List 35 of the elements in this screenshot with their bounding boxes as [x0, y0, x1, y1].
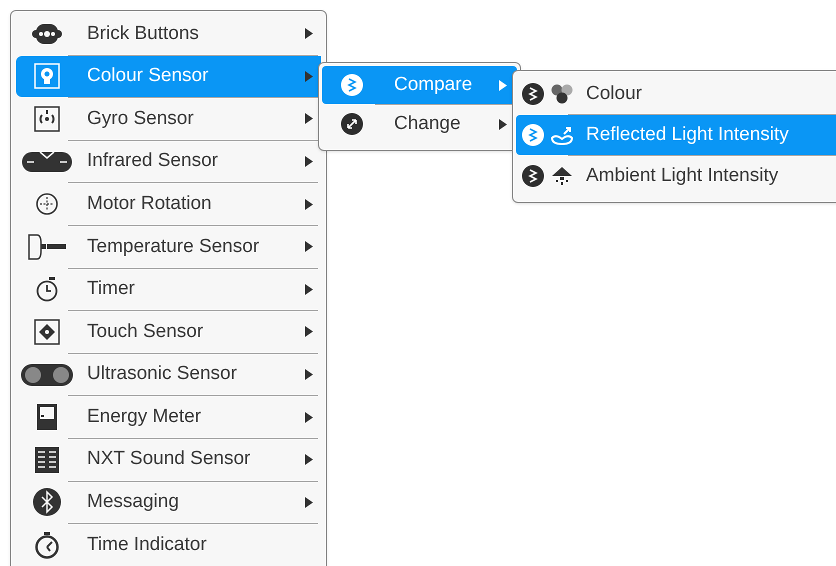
menu-item[interactable]: Messaging [16, 482, 321, 524]
lightbulb-icon [34, 63, 60, 90]
menu-item[interactable]: Colour [516, 74, 836, 114]
menu-item[interactable]: Touch Sensor [16, 311, 321, 353]
crosshair-icon [35, 192, 59, 216]
reflected-light-icon [550, 124, 574, 146]
menu-item[interactable]: Energy Meter [16, 396, 321, 438]
menu-item[interactable]: Timer [16, 268, 321, 310]
menu-item[interactable]: NXT Sound Sensor [16, 438, 321, 481]
brick-icon [32, 22, 62, 45]
menu-item[interactable]: Time Indicator [16, 524, 321, 566]
menu-item[interactable]: Temperature Sensor [16, 226, 321, 268]
menu-item[interactable]: Ultrasonic Sensor [16, 354, 321, 396]
temperature-probe-icon [28, 234, 66, 260]
menu-item[interactable]: Ambient Light Intensity [516, 156, 836, 196]
menu-item[interactable]: Change [322, 105, 517, 143]
colour-dots-icon [550, 83, 574, 105]
touch-sensor-icon [34, 318, 60, 345]
energy-meter-icon [36, 403, 58, 432]
menu-item[interactable]: Motor Rotation [16, 183, 321, 225]
ultrasonic-sensor-icon [21, 362, 73, 387]
clock-icon [34, 530, 60, 559]
menu-item[interactable]: Brick Buttons [16, 13, 321, 55]
bluetooth-icon [32, 487, 62, 518]
compare-icon [522, 83, 544, 105]
compare-icon [341, 74, 363, 96]
stopwatch-icon [35, 276, 59, 302]
sound-sensor-icon [34, 446, 60, 474]
gyro-icon [34, 106, 60, 132]
menu-item[interactable]: Gyro Sensor [16, 98, 321, 140]
infrared-sensor-icon [22, 150, 72, 174]
compare-icon [522, 165, 544, 187]
lamp-icon [550, 165, 574, 187]
compare-icon [522, 124, 544, 146]
menu-item[interactable]: Infrared Sensor [16, 140, 321, 182]
